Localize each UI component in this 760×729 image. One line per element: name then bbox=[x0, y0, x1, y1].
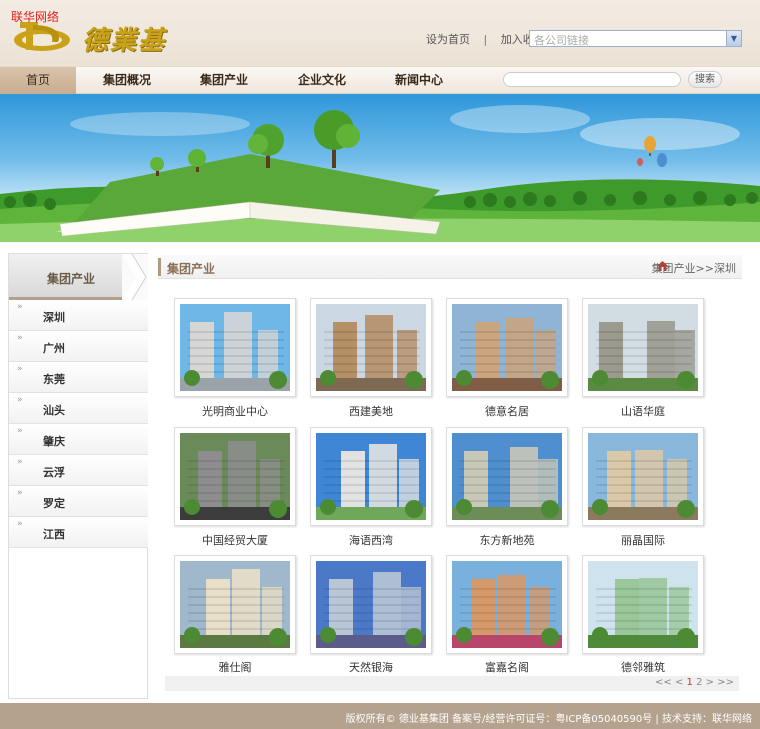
project-caption[interactable]: 海语西湾 bbox=[310, 532, 432, 548]
nav-item-news[interactable]: 新闻中心 bbox=[395, 67, 443, 94]
chevron-down-icon[interactable]: ▼ bbox=[726, 31, 741, 46]
nav-item-overview[interactable]: 集团概况 bbox=[103, 67, 151, 94]
project-thumbnail[interactable] bbox=[582, 555, 704, 654]
sidebar-title: 集团产业 bbox=[47, 272, 96, 286]
project-thumbnail[interactable] bbox=[310, 298, 432, 397]
logo-mark-icon bbox=[14, 22, 70, 51]
sidebar-header: 集团产业 bbox=[9, 254, 148, 300]
sidebar-item-dongguan[interactable]: » 东莞 bbox=[9, 362, 148, 393]
top-links: 设为首页 | 加入收藏 bbox=[426, 31, 545, 47]
sidebar-item-label: 深圳 bbox=[43, 311, 65, 324]
nav-item-industry[interactable]: 集团产业 bbox=[200, 67, 248, 94]
pagination: << < 1 2 > >> bbox=[165, 676, 739, 691]
page-title: 集团产业 bbox=[167, 262, 216, 276]
breadcrumb[interactable]: 集团产业>>深圳 bbox=[652, 260, 736, 276]
project-caption[interactable]: 西建美地 bbox=[310, 403, 432, 419]
watermark: 联华网络 bbox=[11, 10, 60, 24]
banner-image bbox=[0, 94, 760, 242]
chevron-right-icon: » bbox=[17, 395, 23, 405]
pagination-page-2[interactable]: 2 bbox=[696, 677, 702, 688]
pagination-prev[interactable]: << < bbox=[655, 677, 683, 688]
project-thumbnail[interactable] bbox=[174, 298, 296, 397]
project-photo bbox=[316, 304, 426, 391]
content-header: 集团产业 集团产业>>深圳 bbox=[158, 255, 742, 279]
project-photo bbox=[316, 433, 426, 520]
project-photo bbox=[452, 561, 562, 648]
footer-text: 版权所有© 德业基集团 备案号/经营许可证号：粤ICP备05040590号 | … bbox=[345, 714, 752, 725]
sidebar-item-guangzhou[interactable]: » 广州 bbox=[9, 331, 148, 362]
pagination-controls: << < 1 2 > >> bbox=[655, 677, 734, 688]
search-input[interactable] bbox=[503, 72, 681, 87]
project-photo bbox=[180, 304, 290, 391]
project-photo bbox=[588, 304, 698, 391]
banner-scene bbox=[0, 105, 760, 242]
nav-home[interactable]: 首页 bbox=[0, 67, 76, 94]
sidebar-item-label: 江西 bbox=[43, 528, 65, 541]
sidebar-item-label: 肇庆 bbox=[43, 435, 65, 448]
pagination-current[interactable]: 1 bbox=[687, 677, 693, 688]
company-select-value: 各公司链接 bbox=[534, 34, 589, 47]
chevron-right-icon: » bbox=[17, 426, 23, 436]
chevron-right-icon: » bbox=[17, 364, 23, 374]
project-caption[interactable]: 富嘉名阁 bbox=[446, 659, 568, 675]
pagination-next[interactable]: > >> bbox=[706, 677, 734, 688]
sidebar-item-yunfu[interactable]: » 云浮 bbox=[9, 455, 148, 486]
sidebar-item-zhaoqing[interactable]: » 肇庆 bbox=[9, 424, 148, 455]
project-thumbnail[interactable] bbox=[446, 555, 568, 654]
project-caption[interactable]: 山语华庭 bbox=[582, 403, 704, 419]
project-caption[interactable]: 中国经贸大厦 bbox=[174, 532, 296, 548]
project-caption[interactable]: 东方新地苑 bbox=[446, 532, 568, 548]
chevron-right-icon: » bbox=[17, 302, 23, 312]
project-thumbnail[interactable] bbox=[174, 555, 296, 654]
project-thumbnail[interactable] bbox=[582, 427, 704, 526]
project-photo bbox=[588, 561, 698, 648]
chevron-right-icon: » bbox=[17, 488, 23, 498]
project-thumbnail[interactable] bbox=[174, 427, 296, 526]
sidebar-item-label: 罗定 bbox=[43, 497, 65, 510]
company-select[interactable]: 各公司链接 ▼ bbox=[529, 30, 742, 47]
header: 德業基 联华网络 设为首页 | 加入收藏 各公司链接 ▼ bbox=[0, 0, 760, 66]
project-thumbnail[interactable] bbox=[310, 555, 432, 654]
chevron-right-icon: » bbox=[17, 519, 23, 529]
project-caption[interactable]: 雅仕阁 bbox=[174, 659, 296, 675]
set-home-link[interactable]: 设为首页 bbox=[426, 31, 470, 47]
project-thumbnail[interactable] bbox=[582, 298, 704, 397]
sidebar-item-shenzhen[interactable]: » 深圳 bbox=[9, 300, 148, 331]
project-caption[interactable]: 光明商业中心 bbox=[174, 403, 296, 419]
sidebar-item-label: 广州 bbox=[43, 342, 65, 355]
sidebar-item-label: 东莞 bbox=[43, 373, 65, 386]
project-caption[interactable]: 德意名居 bbox=[446, 403, 568, 419]
chevron-right-icon: » bbox=[17, 457, 23, 467]
sidebar-item-jiangxi[interactable]: » 江西 bbox=[9, 517, 148, 548]
sidebar-item-shantou[interactable]: » 汕头 bbox=[9, 393, 148, 424]
sidebar-header-arrow-icon bbox=[122, 254, 148, 300]
project-thumbnail[interactable] bbox=[446, 427, 568, 526]
sidebar: 集团产业 » 深圳 » 广州 » 东莞 » 汕头 » 肇庆 » 云浮 » 罗定 » 江西 bbox=[8, 253, 148, 699]
project-photo bbox=[452, 433, 562, 520]
project-photo bbox=[180, 433, 290, 520]
project-caption[interactable]: 德邻雅筑 bbox=[582, 659, 704, 675]
project-caption[interactable]: 丽晶国际 bbox=[582, 532, 704, 548]
project-photo bbox=[180, 561, 290, 648]
project-thumbnail[interactable] bbox=[310, 427, 432, 526]
project-photo bbox=[316, 561, 426, 648]
logo-name: 德業基 bbox=[82, 26, 167, 56]
top-links-separator: | bbox=[483, 33, 488, 46]
project-photo bbox=[452, 304, 562, 391]
sidebar-item-label: 云浮 bbox=[43, 466, 65, 479]
project-caption[interactable]: 天然银海 bbox=[310, 659, 432, 675]
nav-item-culture[interactable]: 企业文化 bbox=[298, 67, 346, 94]
chevron-right-icon: » bbox=[17, 333, 23, 343]
search-button[interactable]: 搜索 bbox=[688, 71, 722, 88]
footer: 版权所有© 德业基集团 备案号/经营许可证号：粤ICP备05040590号 | … bbox=[0, 703, 760, 729]
project-thumbnail[interactable] bbox=[446, 298, 568, 397]
sidebar-item-luoding[interactable]: » 罗定 bbox=[9, 486, 148, 517]
title-accent-bar bbox=[158, 258, 161, 276]
project-photo bbox=[588, 433, 698, 520]
sidebar-item-label: 汕头 bbox=[43, 404, 65, 417]
